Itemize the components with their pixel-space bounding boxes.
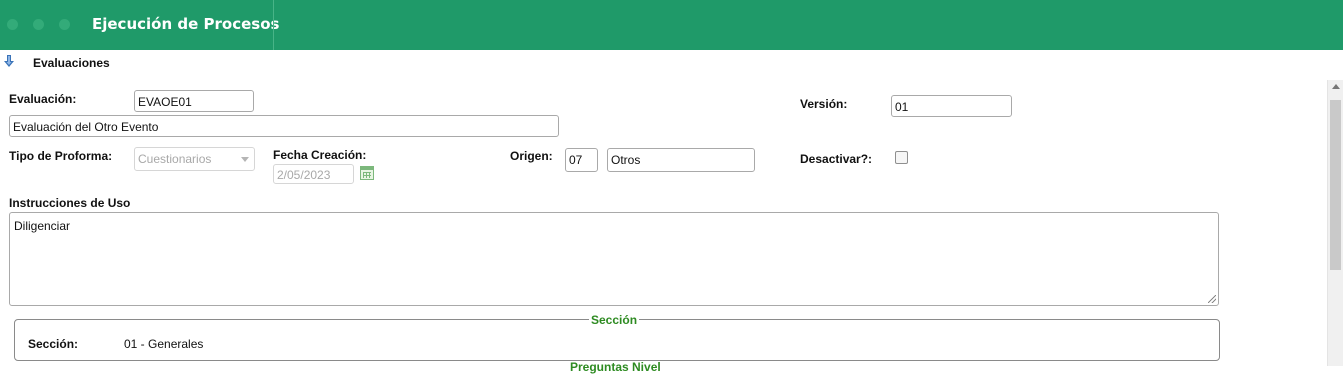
- tipo-proforma-select[interactable]: Cuestionarios: [134, 147, 255, 171]
- scroll-up-icon[interactable]: [1332, 84, 1340, 89]
- version-label: Versión:: [800, 97, 848, 111]
- instrucciones-value: Diligenciar: [14, 219, 71, 233]
- origen-name-input[interactable]: Otros: [607, 148, 755, 172]
- fecha-creacion-input[interactable]: 2/05/2023: [273, 164, 354, 184]
- window-dot-icon: [33, 19, 44, 30]
- header-divider: [273, 0, 274, 50]
- panel-title: Evaluaciones: [33, 56, 110, 70]
- vertical-scrollbar[interactable]: [1327, 80, 1343, 366]
- evaluacion-code-input[interactable]: EVAOE01: [134, 90, 254, 112]
- page-title: Ejecución de Procesos: [92, 15, 280, 33]
- origen-code-input[interactable]: 07: [565, 148, 598, 172]
- evaluacion-name-input[interactable]: Evaluación del Otro Evento: [9, 115, 559, 137]
- seccion-label: Sección:: [28, 337, 79, 351]
- evaluacion-label: Evaluación:: [9, 92, 77, 106]
- window-dot-icon: [59, 19, 70, 30]
- desactivar-label: Desactivar?:: [800, 152, 873, 166]
- seccion-legend: Sección: [589, 313, 640, 327]
- origen-label: Origen:: [510, 149, 553, 163]
- title-bar: Ejecución de Procesos: [0, 0, 1343, 50]
- tipo-proforma-value: Cuestionarios: [138, 152, 212, 166]
- seccion-value: 01 - Generales: [124, 337, 204, 351]
- scroll-thumb[interactable]: [1330, 100, 1341, 270]
- tipo-proforma-label: Tipo de Proforma:: [9, 149, 113, 163]
- instrucciones-label: Instrucciones de Uso: [9, 196, 131, 210]
- desactivar-checkbox[interactable]: [895, 151, 908, 164]
- preguntas-nivel-legend: Preguntas Nivel: [570, 360, 661, 374]
- fecha-creacion-label: Fecha Creación:: [273, 148, 367, 162]
- calendar-icon[interactable]: [360, 166, 374, 180]
- instrucciones-textarea[interactable]: Diligenciar: [9, 212, 1219, 306]
- chevron-down-icon: [241, 157, 249, 162]
- collapse-arrow-icon[interactable]: [4, 55, 14, 67]
- resize-grip-icon[interactable]: [1208, 295, 1216, 303]
- window-dot-icon: [7, 19, 18, 30]
- version-input[interactable]: 01: [891, 95, 1012, 117]
